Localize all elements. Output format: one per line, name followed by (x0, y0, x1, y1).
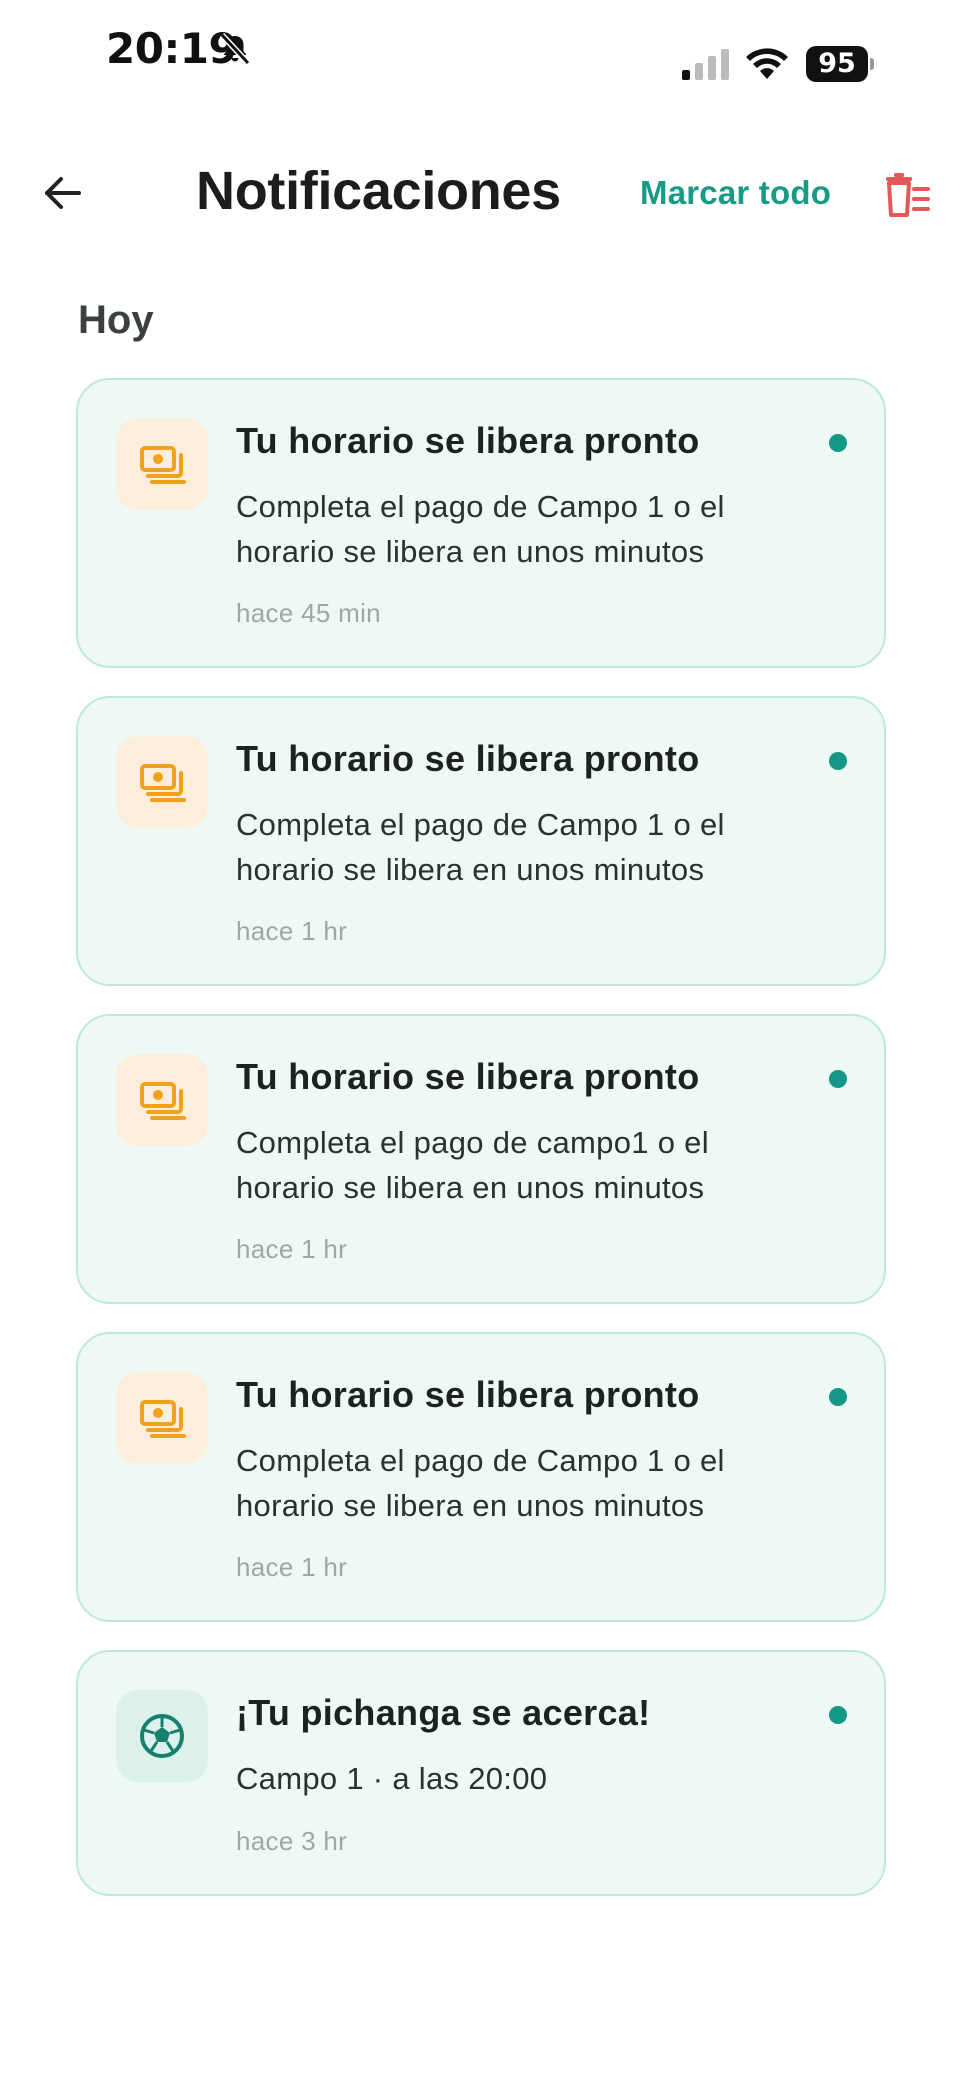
notification-body: Completa el pago de Campo 1 o el horario… (236, 1443, 725, 1523)
notification-time: hace 1 hr (236, 1552, 348, 1582)
notification-time: hace 3 hr (236, 1826, 348, 1856)
notification-title: Tu horario se libera pronto (236, 420, 700, 461)
notification-card[interactable]: Tu horario se libera pronto Completa el … (76, 1014, 886, 1304)
notification-title: Tu horario se libera pronto (236, 738, 700, 779)
unread-indicator (829, 752, 847, 770)
money-icon (140, 1082, 186, 1120)
unread-indicator (829, 1070, 847, 1088)
notification-body: Campo 1 · a las 20:00 (236, 1761, 548, 1796)
mark-all-read-button[interactable]: Marcar todo (640, 174, 831, 212)
section-title-today: Hoy (78, 298, 154, 342)
notification-title: ¡Tu pichanga se acerca! (236, 1692, 651, 1733)
header: Notificaciones Marcar todo (0, 150, 960, 240)
notification-time: hace 1 hr (236, 916, 348, 946)
unread-indicator (829, 1706, 847, 1724)
money-icon-tile (116, 418, 208, 510)
notification-body: Completa el pago de Campo 1 o el horario… (236, 807, 725, 887)
soccer-ball-icon-tile (116, 1690, 208, 1782)
trash-list-icon[interactable] (882, 170, 932, 220)
unread-indicator (829, 434, 847, 452)
money-icon (140, 446, 186, 484)
wifi-icon (746, 48, 788, 79)
bell-slash-icon (219, 32, 251, 66)
money-icon-tile (116, 1372, 208, 1464)
notification-card[interactable]: Tu horario se libera pronto Completa el … (76, 1332, 886, 1622)
battery-level: 95 (806, 46, 868, 82)
back-button[interactable] (30, 160, 96, 226)
notification-title: Tu horario se libera pronto (236, 1374, 700, 1415)
notification-body: Completa el pago de campo1 o el horario … (236, 1125, 709, 1205)
notification-list: Tu horario se libera pronto Completa el … (76, 378, 886, 1924)
money-icon (140, 764, 186, 802)
soccer-ball-icon (140, 1714, 184, 1758)
money-icon-tile (116, 736, 208, 828)
unread-indicator (829, 1388, 847, 1406)
status-bar: 20:19 95 (0, 0, 960, 110)
arrow-left-icon (45, 177, 81, 209)
battery-tip (870, 58, 874, 70)
battery-icon: 95 (806, 46, 874, 82)
money-icon (140, 1400, 186, 1438)
page-title: Notificaciones (196, 161, 561, 221)
notification-time: hace 45 min (236, 598, 381, 628)
notification-body: Completa el pago de Campo 1 o el horario… (236, 489, 725, 569)
notification-card[interactable]: ¡Tu pichanga se acerca! Campo 1 · a las … (76, 1650, 886, 1896)
money-icon-tile (116, 1054, 208, 1146)
cellular-signal-icon (682, 49, 729, 80)
notification-time: hace 1 hr (236, 1234, 348, 1264)
notifications-screen: 20:19 95 Notificaciones Marcar todo Hoy … (0, 0, 960, 2081)
notification-card[interactable]: Tu horario se libera pronto Completa el … (76, 378, 886, 668)
notification-card[interactable]: Tu horario se libera pronto Completa el … (76, 696, 886, 986)
notification-title: Tu horario se libera pronto (236, 1056, 700, 1097)
